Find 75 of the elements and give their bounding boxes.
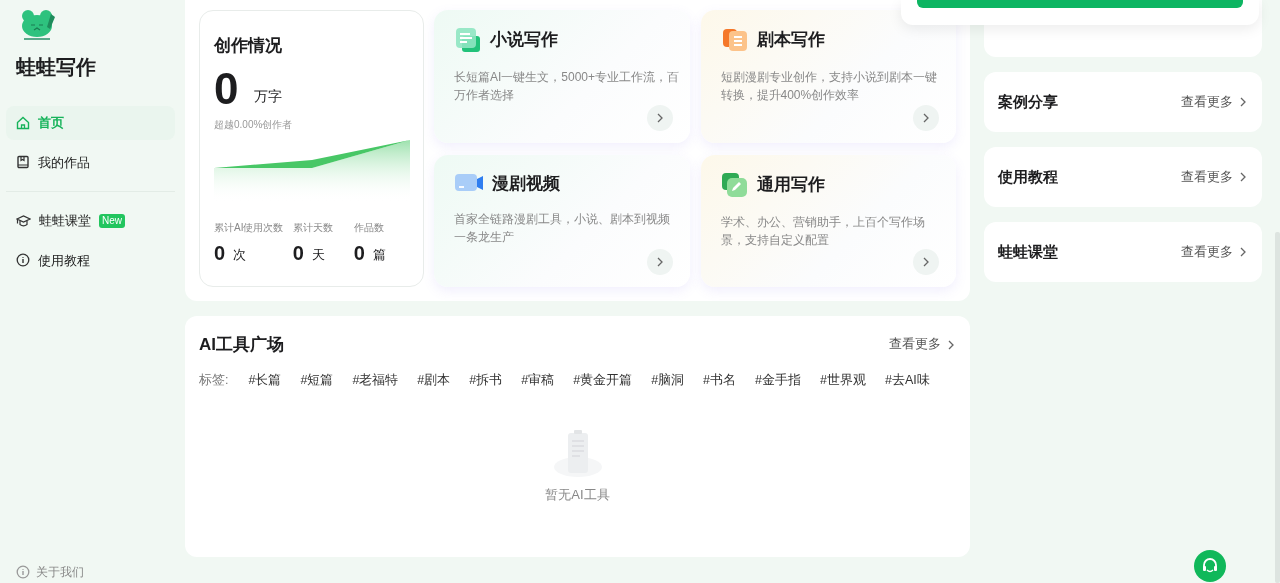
feature-card[interactable]: 小说写作 长短篇AI一键生文，5000+专业工作流，百万作者选择 [434,10,690,143]
chevron-right-icon [921,257,931,267]
metric-label: 作品数 [353,220,385,235]
word-count: 0 [214,64,239,113]
feature-description: 首家全链路漫剧工具，小说、剧本到视频一条龙生产 [454,211,671,246]
metric-value: 0 [292,240,304,265]
metric-value: 0 [353,240,365,265]
see-more-link[interactable]: 查看更多 [889,335,956,355]
tag-link[interactable]: #拆书 [469,370,503,390]
tag-link[interactable]: #审稿 [521,370,555,390]
sidebar-item[interactable]: 使用教程 [6,243,175,277]
arrow-button[interactable] [913,249,939,275]
tag-link[interactable]: #书名 [703,370,737,390]
see-more-link[interactable]: 查看更多 [1181,92,1248,112]
unit-label: 天 [311,246,325,264]
feature-card[interactable]: 剧本写作 短剧漫剧专业创作，支持小说到剧本一键转换，提升400%创作效率 [700,10,956,143]
section-title: AI工具广场 [199,334,284,356]
chevron-right-icon [946,339,956,350]
pen-icon [720,170,749,199]
card-title: 创作情况 [214,35,283,57]
graduation-cap-icon [16,213,31,228]
empty-message: 暂无AI工具 [545,486,610,505]
feature-card[interactable]: 通用写作 学术、办公、营销助手，上百个写作场景，支持自定义配置 [700,154,956,287]
sidebar-item[interactable]: 蛙蛙课堂 New [6,204,175,238]
tag-link[interactable]: #短篇 [300,370,334,390]
new-badge: New [99,213,125,228]
sidebar-item[interactable]: 我的作品 [6,145,175,179]
tag-link[interactable]: #金手指 [755,370,801,390]
tag-link[interactable]: #脑洞 [651,370,685,390]
unit-label: 次 [233,246,247,264]
support-button[interactable] [1194,550,1226,582]
unit-label: 篇 [372,246,386,264]
tag-link[interactable]: #长篇 [248,370,282,390]
about-link[interactable]: 关于我们 [36,563,84,581]
feature-title: 通用写作 [756,173,825,196]
card-title: 案例分享 [998,91,1058,112]
feature-title: 剧本写作 [756,29,825,52]
feature-title: 漫剧视频 [492,172,560,195]
see-more-link[interactable]: 查看更多 [1181,242,1248,262]
card-title: 蛙蛙课堂 [998,241,1058,262]
unit-label: 万字 [254,86,283,106]
arrow-button[interactable] [646,249,673,275]
metric-label: 累计天数 [292,220,334,235]
tag-link[interactable]: #老福特 [352,370,399,390]
tag-link[interactable]: #剧本 [417,370,451,390]
arrow-button[interactable] [646,104,673,131]
chevron-right-icon [1238,97,1248,107]
chevron-right-icon [1238,172,1248,182]
headset-icon [1201,557,1219,575]
home-icon [16,115,30,130]
tags-label: 标签: [199,371,229,389]
see-more-link[interactable]: 查看更多 [1181,167,1248,187]
book-icon [16,155,30,170]
chevron-right-icon [1238,247,1248,257]
rank-text: 超越0.00%创作者 [214,117,294,132]
metric-value: 0 [214,240,226,265]
feature-description: 学术、办公、营销助手，上百个写作场景，支持自定义配置 [720,213,926,249]
info-icon [16,253,30,268]
feature-title: 小说写作 [490,29,558,52]
app-name: 蛙蛙写作 [16,55,97,80]
info-icon [16,565,30,579]
feature-card[interactable]: 漫剧视频 首家全链路漫剧工具，小说、剧本到视频一条龙生产 [434,154,690,287]
feature-description: 长短篇AI一键生文，5000+专业工作流，百万作者选择 [454,69,681,104]
chevron-right-icon [921,112,931,123]
tag-link[interactable]: #世界观 [820,370,866,390]
metric-label: 累计AI使用次数 [214,220,285,235]
document-icon [720,26,749,54]
feature-description: 短剧漫剧专业创作，支持小说到剧本一键转换，提升400%创作效率 [720,69,938,104]
action-button[interactable] [917,0,1243,8]
document-icon [454,26,482,54]
tag-link[interactable]: #去AI味 [884,370,930,390]
tag-link[interactable]: #黄金开篇 [573,370,633,390]
card-title: 使用教程 [998,166,1058,187]
arrow-button[interactable] [913,104,939,131]
empty-clipboard-icon [551,429,604,480]
